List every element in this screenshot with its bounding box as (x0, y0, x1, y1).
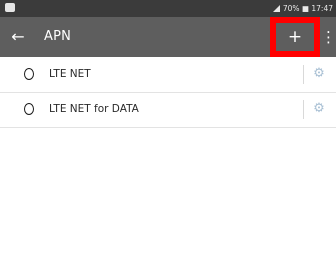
radio-button[interactable] (24, 68, 34, 80)
divider (303, 65, 304, 84)
apn-list-item[interactable]: LTE NET ⚙ (0, 57, 336, 93)
apn-list-item[interactable]: LTE NET for DATA ⚙ (0, 92, 336, 128)
gear-icon[interactable]: ⚙ (310, 65, 328, 83)
gear-icon[interactable]: ⚙ (310, 100, 328, 118)
plus-icon: + (287, 27, 303, 47)
app-bar: ← APN + ⋮ (0, 17, 336, 57)
signal-icon (272, 5, 280, 12)
notification-icon (5, 3, 15, 12)
apn-name: LTE NET for DATA (49, 103, 139, 115)
more-options-icon[interactable]: ⋮ (321, 27, 336, 47)
apn-name: LTE NET (49, 68, 91, 80)
divider (303, 100, 304, 119)
status-indicators: 70% ■ 17:47 (272, 3, 333, 14)
add-apn-button[interactable]: + (270, 17, 320, 57)
status-bar: 70% ■ 17:47 (0, 0, 336, 17)
page-title: APN (44, 29, 72, 44)
status-text: 70% ■ 17:47 (282, 4, 333, 13)
radio-button[interactable] (24, 103, 34, 115)
back-arrow-icon[interactable]: ← (8, 27, 28, 47)
